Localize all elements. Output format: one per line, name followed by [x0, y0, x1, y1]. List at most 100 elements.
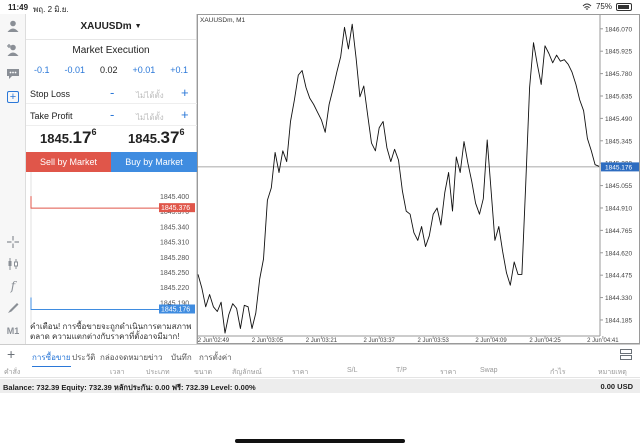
chart-y-tick-label: 1844.765 [605, 228, 632, 235]
status-bar: 11:49 พฤ. 2 มิ.ย. 75% [0, 0, 640, 14]
volume-minus-0.1[interactable]: -0.1 [34, 65, 50, 75]
take-profit-plus-button[interactable]: + [181, 107, 189, 122]
volume-plus-0.01[interactable]: +0.01 [132, 65, 155, 75]
buy-by-market-button[interactable]: Buy by Market [111, 152, 197, 172]
volume-plus-0.1[interactable]: +0.1 [170, 65, 188, 75]
bid-price: 1845.176 [40, 127, 97, 148]
new-order-icon[interactable]: + [3, 87, 23, 107]
col-size: ขนาด [194, 369, 213, 376]
take-profit-minus-button[interactable]: - [110, 107, 114, 122]
total-profit: 0.00 USD [600, 382, 633, 391]
col-type: ประเภท [146, 369, 170, 376]
execution-warning: คำเตือน! การซื้อขายจะถูกดำเนินการตามสภาพ… [30, 322, 192, 341]
chart-y-tick-label: 1844.620 [605, 250, 632, 257]
function-icon[interactable]: f [3, 276, 23, 296]
chart-y-tick-label: 1844.475 [605, 273, 632, 280]
panel-settings-icon[interactable] [620, 349, 632, 360]
ask-price: 1845.376 [128, 127, 185, 148]
volume-row: -0.1 -0.01 0.02 +0.01 +0.1 [26, 65, 196, 75]
ask-price-big: 37 [160, 128, 180, 147]
col-swap: Swap [480, 367, 498, 374]
chart-y-tick-label: 1844.910 [605, 205, 632, 212]
positions-header: คำสั่ง เวลา ประเภท ขนาด สัญลักษณ์ ราคา S… [0, 364, 640, 378]
tick-axis-label: 1845.340 [160, 224, 189, 231]
battery-icon [616, 2, 632, 11]
chart-y-tick-label: 1846.070 [605, 26, 632, 33]
tab-mailbox[interactable]: กล่องจดหมาย [100, 351, 148, 364]
wifi-icon [582, 3, 592, 10]
home-indicator [235, 439, 405, 443]
trade-panel: XAUUSDm ▼ Market Execution -0.1 -0.01 0.… [26, 14, 197, 344]
price-chart-svg[interactable]: XAUUSDm, M1 1846.070 1845.925 1845.780 1845.… [197, 14, 640, 344]
price-series-line [197, 23, 600, 334]
account-summary-bar: Balance: 732.39 Equity: 732.39 หลักประกั… [0, 379, 640, 393]
battery-percent: 75% [595, 2, 612, 11]
stop-loss-plus-button[interactable]: + [181, 85, 189, 100]
stop-loss-minus-button[interactable]: - [110, 85, 114, 100]
tick-axis-label: 1845.310 [160, 240, 189, 247]
execution-type[interactable]: Market Execution [26, 45, 196, 56]
stop-loss-label: Stop Loss [30, 89, 71, 99]
tick-bid-tag: 1845.176 [161, 306, 190, 313]
person-add-icon[interactable] [3, 40, 23, 60]
take-profit-row: Take Profit - ไม่ได้ตั้ง + [26, 106, 197, 126]
chart-y-tick-label: 1844.330 [605, 295, 632, 302]
stop-loss-input[interactable]: ไม่ได้ตั้ง [136, 89, 164, 102]
tab-news[interactable]: ข่าว [148, 351, 162, 364]
chart-current-price-tag: 1845.176 [605, 164, 632, 171]
tick-bid-line [30, 297, 159, 310]
col-comment: หมายเหตุ [598, 369, 627, 376]
person-icon[interactable] [3, 16, 23, 36]
ask-price-prefix: 1845. [128, 131, 161, 146]
col-time: เวลา [110, 369, 125, 376]
chart-y-tick-label: 1845.345 [605, 138, 632, 145]
bottom-tabs: + การซื้อขาย ประวัติ กล่องจดหมาย ข่าว บั… [0, 344, 640, 367]
col-order: คำสั่ง [4, 369, 21, 376]
price-quotes: 1845.176 1845.376 [26, 124, 197, 152]
take-profit-input[interactable]: ไม่ได้ตั้ง [136, 111, 164, 124]
timeframe-label[interactable]: M1 [3, 321, 23, 341]
tick-axis-label: 1845.250 [160, 270, 189, 277]
chart-y-tick-label: 1845.490 [605, 116, 632, 123]
left-toolbar: + f M1 [0, 14, 26, 344]
chart-y-tick-label: 1845.780 [605, 71, 632, 78]
symbol-selector[interactable]: XAUUSDm ▼ [26, 14, 196, 40]
volume-minus-0.01[interactable]: -0.01 [64, 65, 85, 75]
chart-y-tick-label: 1845.635 [605, 94, 632, 101]
tick-ask-tag: 1845.376 [161, 205, 190, 212]
tick-axis-label: 1845.220 [160, 285, 189, 292]
drawing-icon[interactable] [3, 298, 23, 318]
ask-price-sup: 6 [179, 127, 185, 137]
bid-price-prefix: 1845. [40, 131, 73, 146]
tab-journal[interactable]: บันทึก [171, 351, 192, 364]
stop-loss-row: Stop Loss - ไม่ได้ตั้ง + [26, 84, 197, 104]
chart-title: XAUUSDm, M1 [200, 17, 246, 24]
col-sl: S/L [347, 367, 358, 374]
add-icon[interactable]: + [7, 346, 15, 362]
chevron-down-icon: ▼ [134, 23, 142, 30]
col-price: ราคา [292, 369, 309, 376]
sell-by-market-button[interactable]: Sell by Market [26, 152, 111, 172]
tick-ask-line [30, 196, 159, 209]
tab-settings[interactable]: การตั้งค่า [199, 351, 232, 364]
chart-y-tick-label: 1845.925 [605, 49, 632, 56]
col-current-price: ราคา [440, 369, 457, 376]
bid-price-sup: 6 [91, 127, 97, 137]
col-tp: T/P [396, 367, 407, 374]
price-chart[interactable]: XAUUSDm, M1 1846.070 1845.925 1845.780 1845.… [197, 14, 640, 344]
chart-y-tick-label: 1844.185 [605, 317, 632, 324]
volume-value[interactable]: 0.02 [100, 65, 118, 75]
crosshair-icon[interactable] [3, 232, 23, 252]
tick-axis-label: 1845.400 [160, 194, 189, 201]
tab-history[interactable]: ประวัติ [72, 351, 95, 364]
order-buttons: Sell by Market Buy by Market [26, 152, 197, 172]
candlestick-icon[interactable] [3, 254, 23, 274]
tick-chart: 1845.4001845.3701845.3401845.3101845.280… [30, 172, 195, 324]
battery-level [618, 4, 629, 9]
tick-axis-label: 1845.280 [160, 255, 189, 262]
status-right: 75% [582, 2, 632, 11]
chat-icon[interactable] [3, 64, 23, 84]
col-symbol: สัญลักษณ์ [232, 369, 262, 376]
chart-y-tick-label: 1845.055 [605, 183, 632, 190]
chart-frame [197, 14, 640, 344]
